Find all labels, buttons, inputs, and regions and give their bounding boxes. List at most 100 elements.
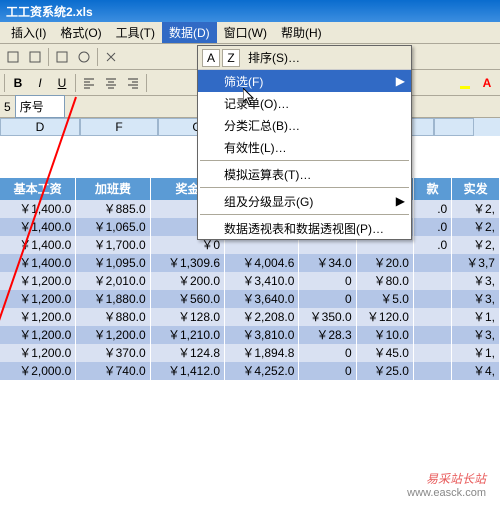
bold-button[interactable]: B — [8, 73, 28, 93]
cell[interactable]: ￥1,880.0 — [76, 290, 150, 308]
cell[interactable]: ￥1,700.0 — [76, 236, 150, 254]
menu-pivot[interactable]: 数据透视表和数据透视图(P)… — [198, 217, 411, 239]
cell[interactable] — [414, 290, 452, 308]
toolbar-btn[interactable] — [25, 47, 45, 67]
col-header[interactable]: F — [80, 118, 158, 136]
menu-sort[interactable]: 排序(S)… — [248, 49, 300, 66]
sort-asc-icon[interactable]: A — [202, 49, 220, 67]
font-color-button[interactable]: A — [477, 73, 497, 93]
cell[interactable]: ￥28.3 — [299, 326, 356, 344]
cell[interactable]: ￥25.0 — [357, 362, 414, 380]
cell[interactable]: ￥1,200.0 — [0, 344, 76, 362]
cell[interactable]: ￥1,210.0 — [151, 326, 225, 344]
cell[interactable]: ￥560.0 — [151, 290, 225, 308]
cell[interactable]: ￥3, — [452, 272, 500, 290]
col-header[interactable]: D — [0, 118, 80, 136]
menu-data[interactable]: 数据(D) — [162, 22, 217, 43]
cell[interactable] — [414, 308, 452, 326]
fill-color-button[interactable] — [455, 73, 475, 93]
align-center-button[interactable] — [101, 73, 121, 93]
cell[interactable]: ￥885.0 — [76, 200, 150, 218]
toolbar-btn[interactable] — [101, 47, 121, 67]
cell[interactable]: ￥1,400.0 — [0, 236, 76, 254]
menu-tools[interactable]: 工具(T) — [109, 22, 162, 43]
cell[interactable]: ￥740.0 — [76, 362, 150, 380]
sort-desc-icon[interactable]: Z — [222, 49, 240, 67]
cell[interactable]: ￥1, — [452, 344, 500, 362]
align-left-button[interactable] — [79, 73, 99, 93]
cell[interactable]: ￥4,004.6 — [225, 254, 299, 272]
cell[interactable]: 0 — [299, 290, 356, 308]
cell[interactable]: .0 — [414, 200, 452, 218]
cell[interactable]: ￥2, — [452, 200, 500, 218]
menu-subtotal[interactable]: 分类汇总(B)… — [198, 114, 411, 136]
cell[interactable]: ￥1,200.0 — [0, 290, 76, 308]
italic-button[interactable]: I — [30, 73, 50, 93]
cell[interactable]: ￥1,400.0 — [0, 200, 76, 218]
menu-window[interactable]: 窗口(W) — [217, 22, 274, 43]
cell[interactable]: ￥1,400.0 — [0, 254, 76, 272]
cell[interactable]: ￥10.0 — [357, 326, 414, 344]
cell[interactable]: ￥1,412.0 — [151, 362, 225, 380]
cell[interactable]: ￥2, — [452, 236, 500, 254]
cell[interactable]: ￥370.0 — [76, 344, 150, 362]
cell[interactable]: ￥1, — [452, 308, 500, 326]
cell[interactable]: ￥124.8 — [151, 344, 225, 362]
cell[interactable]: ￥4,252.0 — [225, 362, 299, 380]
table-row[interactable]: ￥1,200.0￥2,010.0￥200.0￥3,410.00￥80.0￥3, — [0, 272, 500, 290]
cell[interactable]: 0 — [299, 362, 356, 380]
table-row[interactable]: ￥1,200.0￥880.0￥128.0￥2,208.0￥350.0￥120.0… — [0, 308, 500, 326]
underline-button[interactable]: U — [52, 73, 72, 93]
menu-table[interactable]: 模拟运算表(T)… — [198, 163, 411, 185]
cell[interactable]: ￥1,065.0 — [76, 218, 150, 236]
align-right-button[interactable] — [123, 73, 143, 93]
cell[interactable]: ￥2,010.0 — [76, 272, 150, 290]
cell[interactable]: ￥1,200.0 — [0, 272, 76, 290]
cell[interactable]: ￥80.0 — [357, 272, 414, 290]
cell[interactable]: ￥1,200.0 — [0, 308, 76, 326]
name-box[interactable]: 序号 — [15, 95, 65, 118]
cell[interactable]: ￥1,095.0 — [76, 254, 150, 272]
table-row[interactable]: ￥1,400.0￥1,095.0￥1,309.6￥4,004.6￥34.0￥20… — [0, 254, 500, 272]
cell[interactable]: ￥3,410.0 — [225, 272, 299, 290]
cell[interactable] — [414, 254, 452, 272]
col-header[interactable] — [434, 118, 474, 136]
cell[interactable]: .0 — [414, 218, 452, 236]
toolbar-btn[interactable] — [52, 47, 72, 67]
cell[interactable] — [414, 326, 452, 344]
cell[interactable]: ￥5.0 — [357, 290, 414, 308]
toolbar-btn[interactable] — [3, 47, 23, 67]
cell[interactable]: ￥2,000.0 — [0, 362, 76, 380]
cell[interactable]: ￥3, — [452, 326, 500, 344]
table-row[interactable]: ￥1,200.0￥1,880.0￥560.0￥3,640.00￥5.0 ￥3, — [0, 290, 500, 308]
cell[interactable]: ￥3,640.0 — [225, 290, 299, 308]
toolbar-btn[interactable] — [74, 47, 94, 67]
cell[interactable] — [414, 362, 452, 380]
cell[interactable]: 0 — [299, 344, 356, 362]
cell[interactable]: ￥3,810.0 — [225, 326, 299, 344]
table-row[interactable]: ￥2,000.0￥740.0￥1,412.0￥4,252.00￥25.0 ￥4, — [0, 362, 500, 380]
cell[interactable]: ￥20.0 — [357, 254, 414, 272]
table-row[interactable]: ￥1,200.0￥1,200.0￥1,210.0￥3,810.0￥28.3￥10… — [0, 326, 500, 344]
cell[interactable]: ￥1,894.8 — [225, 344, 299, 362]
menu-form[interactable]: 记录单(O)… — [198, 92, 411, 114]
menu-filter[interactable]: 筛选(F)▶ — [198, 70, 411, 92]
menu-group[interactable]: 组及分级显示(G)▶ — [198, 190, 411, 212]
cell[interactable]: ￥200.0 — [151, 272, 225, 290]
cell[interactable]: .0 — [414, 236, 452, 254]
cell[interactable] — [414, 344, 452, 362]
cell[interactable]: ￥1,200.0 — [76, 326, 150, 344]
cell[interactable]: ￥3,7 — [452, 254, 500, 272]
cell[interactable]: ￥1,309.6 — [151, 254, 225, 272]
menu-validation[interactable]: 有效性(L)… — [198, 136, 411, 158]
cell[interactable] — [414, 272, 452, 290]
menu-insert[interactable]: 插入(I) — [4, 22, 53, 43]
cell[interactable]: ￥45.0 — [357, 344, 414, 362]
cell[interactable]: ￥1,400.0 — [0, 218, 76, 236]
cell[interactable]: ￥34.0 — [299, 254, 356, 272]
menu-help[interactable]: 帮助(H) — [274, 22, 329, 43]
cell[interactable]: ￥4, — [452, 362, 500, 380]
cell[interactable]: ￥2,208.0 — [225, 308, 299, 326]
cell[interactable]: ￥1,200.0 — [0, 326, 76, 344]
cell[interactable]: ￥3, — [452, 290, 500, 308]
